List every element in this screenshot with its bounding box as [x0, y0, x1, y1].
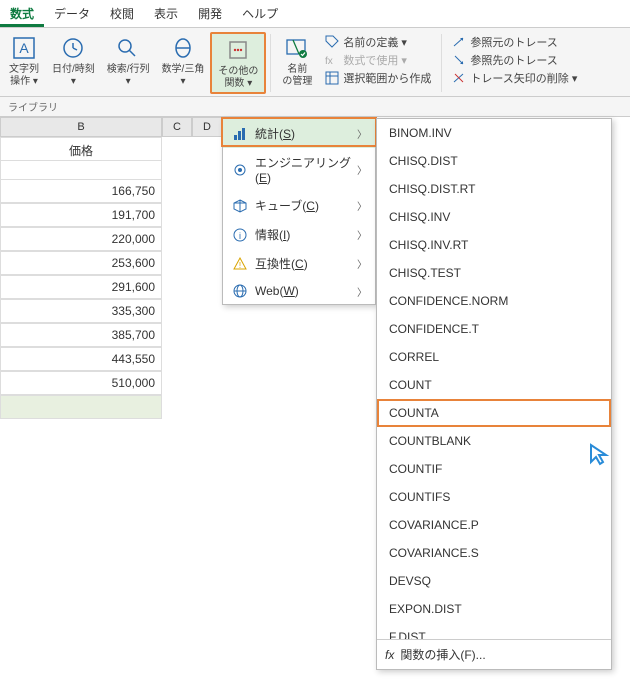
- text-icon: A: [8, 34, 40, 62]
- tab-formulas[interactable]: 数式: [0, 0, 44, 27]
- use-in-formula-button: fx数式で使用 ▾: [325, 52, 431, 68]
- cell-price[interactable]: 291,600: [0, 275, 162, 299]
- submenu-information[interactable]: i 情報(I)〉: [223, 220, 375, 249]
- function-item[interactable]: COUNTA: [377, 399, 611, 427]
- price-header-cell[interactable]: 価格: [0, 137, 162, 161]
- submenu-compatibility[interactable]: ! 互換性(C)〉: [223, 249, 375, 278]
- ribbon-group-label: ライブラリ: [0, 97, 630, 117]
- create-from-selection-button[interactable]: 選択範囲から作成: [325, 70, 431, 86]
- more-functions-submenu: 統計(S)〉 エンジニアリング(E)〉 キューブ(C)〉 i 情報(I)〉 ! …: [222, 118, 376, 305]
- submenu-statistics[interactable]: 統計(S)〉: [223, 119, 375, 148]
- ribbon: A 文字列操作 ▾ 日付/時刻▾ 検索/行列▾ 数学/三角▾ その他の関数 ▾ …: [0, 28, 630, 97]
- svg-text:A: A: [19, 40, 29, 56]
- more-icon: [222, 36, 254, 64]
- function-item[interactable]: CORREL: [377, 343, 611, 371]
- function-item[interactable]: CHISQ.TEST: [377, 259, 611, 287]
- function-item[interactable]: COUNTBLANK: [377, 427, 611, 455]
- function-item[interactable]: CHISQ.DIST.RT: [377, 175, 611, 203]
- trace-prec-icon: [452, 35, 466, 49]
- cell-price[interactable]: 510,000: [0, 371, 162, 395]
- cell-price[interactable]: 166,750: [0, 179, 162, 203]
- name-manager-button[interactable]: 名前の管理: [275, 32, 319, 94]
- gear-icon: [231, 163, 249, 177]
- date-time-label: 日付/時刻▾: [52, 64, 95, 88]
- function-item[interactable]: COVARIANCE.P: [377, 511, 611, 539]
- col-header-c[interactable]: C: [162, 117, 192, 137]
- tab-view[interactable]: 表示: [144, 0, 188, 27]
- cube-icon: [231, 199, 249, 213]
- function-item[interactable]: EXPON.DIST: [377, 595, 611, 623]
- trace-dep-icon: [452, 53, 466, 67]
- function-item[interactable]: CHISQ.INV.RT: [377, 231, 611, 259]
- math-label: 数学/三角▾: [162, 64, 205, 88]
- clock-icon: [57, 34, 89, 62]
- remove-arrows-icon: [452, 71, 466, 85]
- tab-data[interactable]: データ: [44, 0, 100, 27]
- submenu-web[interactable]: Web(W)〉: [223, 278, 375, 304]
- function-item[interactable]: BINOM.INV: [377, 119, 611, 147]
- cell-price[interactable]: 253,600: [0, 251, 162, 275]
- tab-developer[interactable]: 開発: [188, 0, 232, 27]
- tag-icon: [325, 35, 339, 49]
- function-item[interactable]: CHISQ.DIST: [377, 147, 611, 175]
- svg-text:!: !: [239, 261, 241, 270]
- function-item[interactable]: CONFIDENCE.T: [377, 315, 611, 343]
- cell-result[interactable]: [0, 395, 162, 419]
- cell-price[interactable]: 335,300: [0, 299, 162, 323]
- cell-price[interactable]: 385,700: [0, 323, 162, 347]
- col-header-b[interactable]: B: [0, 117, 162, 137]
- date-time-button[interactable]: 日付/時刻▾: [46, 32, 101, 94]
- cell-price[interactable]: 191,700: [0, 203, 162, 227]
- math-button[interactable]: 数学/三角▾: [156, 32, 211, 94]
- tab-review[interactable]: 校閲: [100, 0, 144, 27]
- function-item[interactable]: DEVSQ: [377, 567, 611, 595]
- fx-icon: fx: [385, 648, 394, 662]
- function-item[interactable]: CHISQ.INV: [377, 203, 611, 231]
- fx-icon: fx: [325, 53, 339, 67]
- theta-icon: [167, 34, 199, 62]
- function-list-popup: BINOM.INVCHISQ.DISTCHISQ.DIST.RTCHISQ.IN…: [376, 118, 612, 670]
- tab-help[interactable]: ヘルプ: [232, 0, 288, 27]
- function-item[interactable]: F.DIST: [377, 623, 611, 639]
- function-item[interactable]: CONFIDENCE.NORM: [377, 287, 611, 315]
- more-functions-button[interactable]: その他の関数 ▾: [210, 32, 266, 94]
- trace-precedents-button[interactable]: 参照元のトレース: [452, 34, 577, 50]
- svg-text:fx: fx: [325, 56, 333, 67]
- warning-icon: !: [231, 257, 249, 271]
- name-manager-label: 名前の管理: [282, 64, 312, 88]
- lookup-label: 検索/行列▾: [107, 64, 150, 88]
- cell-price[interactable]: 220,000: [0, 227, 162, 251]
- ribbon-tabs: 数式 データ 校閲 表示 開発 ヘルプ: [0, 0, 630, 28]
- lookup-button[interactable]: 検索/行列▾: [101, 32, 156, 94]
- function-item[interactable]: COUNTIFS: [377, 483, 611, 511]
- insert-function-link[interactable]: fx 関数の挿入(F)...: [377, 639, 611, 669]
- trace-dependents-button[interactable]: 参照先のトレース: [452, 52, 577, 68]
- more-functions-label: その他の関数 ▾: [218, 66, 258, 90]
- mouse-cursor-icon: [588, 442, 614, 468]
- name-manager-icon: [281, 34, 313, 62]
- text-functions-label: 文字列操作 ▾: [9, 64, 39, 88]
- grid-icon: [325, 71, 339, 85]
- remove-arrows-button[interactable]: トレース矢印の削除 ▾: [452, 70, 577, 86]
- function-item[interactable]: COVARIANCE.S: [377, 539, 611, 567]
- info-icon: i: [231, 228, 249, 242]
- stats-icon: [231, 127, 249, 141]
- cell-price[interactable]: 443,550: [0, 347, 162, 371]
- submenu-cube[interactable]: キューブ(C)〉: [223, 191, 375, 220]
- col-header-d[interactable]: D: [192, 117, 222, 137]
- svg-text:i: i: [239, 231, 241, 241]
- submenu-engineering[interactable]: エンジニアリング(E)〉: [223, 148, 375, 191]
- globe-icon: [231, 284, 249, 298]
- function-item[interactable]: COUNT: [377, 371, 611, 399]
- text-functions-button[interactable]: A 文字列操作 ▾: [2, 32, 46, 94]
- lookup-icon: [112, 34, 144, 62]
- function-item[interactable]: COUNTIF: [377, 455, 611, 483]
- define-name-button[interactable]: 名前の定義 ▾: [325, 34, 431, 50]
